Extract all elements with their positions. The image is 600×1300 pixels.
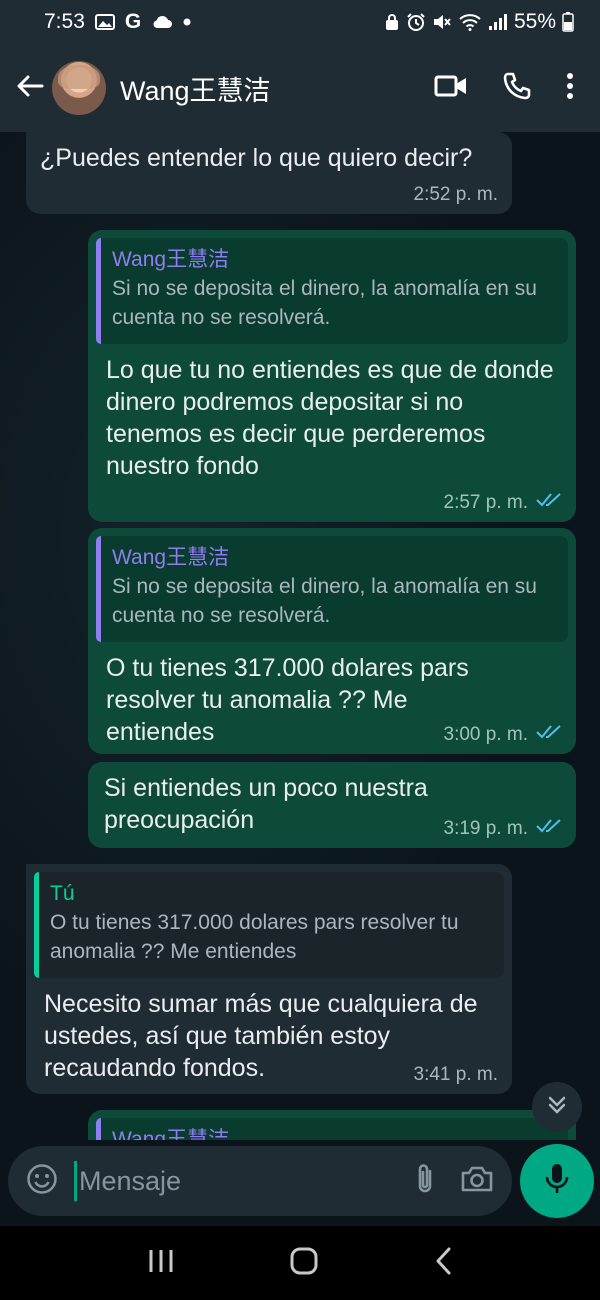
video-call-button[interactable]: [434, 74, 468, 103]
back-button[interactable]: [8, 66, 52, 110]
message-bubble-incoming[interactable]: Tú O tu tienes 317.000 dolares pars reso…: [26, 864, 512, 1094]
quote-author: Tú: [50, 882, 75, 905]
quoted-message[interactable]: Wang王慧洁: [96, 1118, 568, 1140]
recent-apps-icon: [147, 1248, 175, 1279]
emoji-button[interactable]: [26, 1163, 58, 1200]
home-icon: [289, 1246, 319, 1281]
quote-text: Si no se deposita el dinero, la anomalía…: [112, 277, 537, 329]
video-camera-icon: [434, 74, 468, 103]
more-notifications-dot-icon: [183, 18, 191, 26]
message-text: O tu tienes 317.000 dolares pars resolve…: [106, 654, 469, 746]
message-time: 3:19 p. m.: [443, 818, 529, 839]
alarm-icon: [406, 12, 426, 32]
double-check-read-icon: [536, 818, 562, 840]
quote-author: Wang王慧洁: [112, 248, 230, 271]
mute-icon: [432, 13, 452, 31]
contact-avatar[interactable]: [52, 61, 106, 115]
wifi-icon: [458, 13, 482, 31]
camera-button[interactable]: [460, 1165, 494, 1198]
quote-text: O tu tienes 317.000 dolares pars resolve…: [50, 911, 459, 963]
message-time: 2:52 p. m.: [413, 184, 499, 205]
arrow-left-icon: [16, 74, 44, 103]
gallery-notification-icon: [94, 13, 115, 31]
message-bubble-outgoing[interactable]: Si entiendes un poco nuestra preocupació…: [88, 762, 576, 848]
double-check-read-icon: [536, 724, 562, 746]
message-bubble-outgoing[interactable]: Wang王慧洁: [88, 1110, 576, 1140]
message-bubble-outgoing[interactable]: Wang王慧洁 Si no se deposita el dinero, la …: [88, 230, 576, 522]
scroll-to-bottom-button[interactable]: [532, 1082, 582, 1132]
emoji-icon: [26, 1163, 58, 1200]
quote-author: Wang王慧洁: [112, 546, 230, 569]
message-text: Lo que tu no entiendes es que de donde d…: [106, 356, 554, 480]
status-bar: 7:53 G 55%: [0, 0, 600, 44]
double-chevron-down-icon: [546, 1094, 568, 1121]
chat-header: Wang王慧洁: [0, 44, 600, 132]
attach-button[interactable]: [414, 1162, 436, 1201]
message-time: 3:41 p. m.: [413, 1064, 499, 1085]
camera-icon: [460, 1165, 494, 1198]
back-nav-button[interactable]: [433, 1246, 453, 1281]
microphone-icon: [544, 1162, 570, 1201]
message-time: 3:00 p. m.: [443, 724, 529, 745]
text-cursor: [74, 1161, 77, 1201]
phone-icon: [502, 71, 532, 106]
double-check-read-icon: [536, 492, 562, 514]
message-input[interactable]: Mensaje: [79, 1166, 390, 1197]
system-navigation-bar: [0, 1226, 600, 1300]
google-notification-icon: G: [124, 10, 142, 33]
more-options-button[interactable]: [566, 72, 574, 105]
battery-level: 55%: [513, 10, 556, 33]
cloud-notification-icon: [151, 14, 173, 30]
message-text: ¿Puedes entender lo que quiero decir?: [40, 144, 473, 172]
voice-call-button[interactable]: [502, 71, 532, 106]
message-bubble-incoming[interactable]: ¿Puedes entender lo que quiero decir? 2:…: [26, 132, 512, 214]
chat-area[interactable]: ¿Puedes entender lo que quiero decir? 2:…: [0, 132, 600, 1140]
battery-icon: [562, 12, 574, 32]
message-text: Si entiendes un poco nuestra preocupació…: [104, 774, 428, 834]
message-time: 2:57 p. m.: [443, 492, 529, 513]
paperclip-icon: [414, 1162, 436, 1201]
home-button[interactable]: [289, 1246, 319, 1281]
lock-alarm-icon: [384, 13, 400, 31]
quote-author: Wang王慧洁: [112, 1128, 230, 1140]
message-composer[interactable]: Mensaje: [8, 1146, 512, 1216]
message-bubble-outgoing[interactable]: Wang王慧洁 Si no se deposita el dinero, la …: [88, 528, 576, 754]
signal-icon: [488, 13, 508, 31]
contact-name[interactable]: Wang王慧洁: [120, 69, 271, 108]
quoted-message[interactable]: Wang王慧洁 Si no se deposita el dinero, la …: [96, 536, 568, 642]
recent-apps-button[interactable]: [147, 1248, 175, 1279]
quoted-message[interactable]: Wang王慧洁 Si no se deposita el dinero, la …: [96, 238, 568, 344]
chevron-left-icon: [433, 1246, 453, 1281]
status-time: 7:53: [44, 10, 85, 33]
quote-text: Si no se deposita el dinero, la anomalía…: [112, 575, 537, 627]
voice-message-button[interactable]: [520, 1144, 594, 1218]
more-vertical-icon: [566, 72, 574, 105]
quoted-message[interactable]: Tú O tu tienes 317.000 dolares pars reso…: [34, 872, 504, 978]
